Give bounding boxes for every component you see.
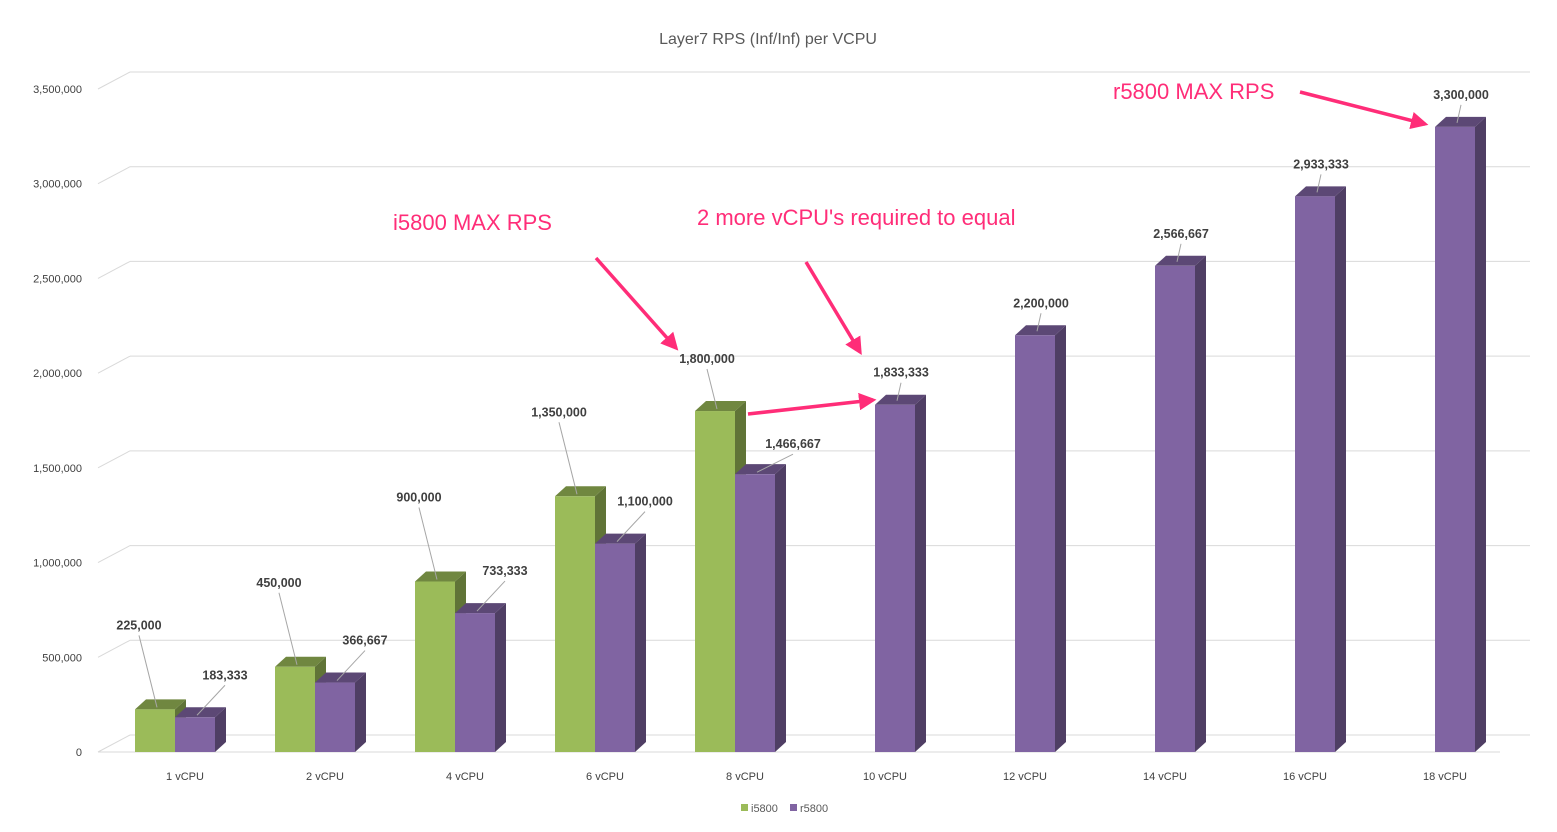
- label-leader: [138, 635, 158, 708]
- y-tick-label: 2,000,000: [33, 368, 82, 380]
- bar-front: [455, 613, 495, 752]
- data-label-r5800: 1,100,000: [617, 495, 673, 509]
- data-label-r5800: 1,833,333: [873, 366, 929, 380]
- data-label-i5800: 900,000: [396, 491, 441, 505]
- data-label-i5800: 1,350,000: [531, 405, 587, 419]
- bar-side: [775, 464, 786, 752]
- y-tick-label: 500,000: [42, 652, 82, 664]
- data-label-r5800: 733,333: [482, 564, 527, 578]
- y-tick-label: 1,000,000: [33, 558, 82, 570]
- bar-r5800-6: [1015, 325, 1066, 752]
- bar-r5800-9: [1435, 116, 1486, 752]
- y-axis: 0 500,000 1,000,000 1,500,000 2,000,000 2,500…: [33, 84, 82, 759]
- data-label-i5800: 450,000: [256, 576, 301, 590]
- bar-front: [1295, 196, 1335, 753]
- data-label-r5800: 2,200,000: [1013, 296, 1069, 310]
- annotation-arrow: [594, 256, 679, 351]
- legend-swatch-r5800: [790, 804, 797, 811]
- x-tick-label: 6 vCPU: [586, 771, 624, 783]
- bar-side: [915, 394, 926, 752]
- y-tick-label: 2,500,000: [33, 273, 82, 285]
- x-tick-label: 18 vCPU: [1423, 771, 1467, 783]
- label-leader: [278, 592, 298, 665]
- annotation-text: i5800 MAX RPS: [393, 210, 552, 235]
- bar-side: [1195, 255, 1206, 753]
- gridline-side: [97, 734, 131, 753]
- gridline-side: [97, 639, 131, 658]
- legend-swatch-i5800: [741, 804, 748, 811]
- x-tick-label: 4 vCPU: [446, 771, 484, 783]
- bar-front: [1015, 335, 1055, 752]
- data-label-r5800: 2,566,667: [1153, 227, 1209, 241]
- data-label-r5800: 2,933,333: [1293, 157, 1349, 171]
- gridline-side: [97, 166, 131, 185]
- y-tick-label: 0: [76, 747, 82, 759]
- annotation-arrow: [1299, 90, 1429, 130]
- gridline-side: [97, 260, 131, 279]
- x-tick-label: 14 vCPU: [1143, 771, 1187, 783]
- bar-front: [595, 543, 635, 752]
- bar-front: [1435, 126, 1475, 752]
- chart-title: Layer7 RPS (Inf/Inf) per VCPU: [659, 31, 877, 48]
- legend-label: r5800: [800, 803, 828, 815]
- bar-front: [175, 717, 215, 752]
- bar-side: [1055, 325, 1066, 752]
- gridline-side: [97, 450, 131, 469]
- bar-side: [495, 603, 506, 752]
- bar-front: [135, 709, 175, 752]
- bar-side: [355, 672, 366, 752]
- gridline-side: [97, 355, 131, 374]
- label-leader: [418, 507, 438, 580]
- bar-front: [415, 581, 455, 752]
- annotation-text: r5800 MAX RPS: [1113, 79, 1274, 104]
- annotation-arrow: [747, 392, 877, 416]
- gridline-side: [97, 71, 131, 90]
- x-tick-label: 10 vCPU: [863, 771, 907, 783]
- data-label-r5800: 1,466,667: [765, 437, 821, 451]
- bar-front: [315, 682, 355, 752]
- bar-r5800-1: [315, 672, 366, 752]
- legend: i5800 r5800: [741, 803, 828, 815]
- bar-front: [1155, 265, 1195, 752]
- x-axis: 1 vCPU 2 vCPU 4 vCPU 6 vCPU 8 vCPU 10 vCPU 12 …: [166, 771, 1467, 783]
- bar-r5800-3: [595, 533, 646, 752]
- bar-front: [735, 474, 775, 752]
- bar-front: [555, 496, 595, 752]
- bar-front: [695, 411, 735, 752]
- annotation-arrow: [804, 261, 862, 356]
- bar-side: [1475, 116, 1486, 752]
- y-tick-label: 1,500,000: [33, 463, 82, 475]
- x-tick-label: 2 vCPU: [306, 771, 344, 783]
- x-tick-label: 1 vCPU: [166, 771, 204, 783]
- bar-front: [875, 404, 915, 752]
- annotations: i5800 MAX RPS 2 more vCPU's required to e…: [393, 79, 1429, 416]
- chart-container: 0 500,000 1,000,000 1,500,000 2,000,000 2,500…: [0, 0, 1557, 827]
- bar-r5800-5: [875, 394, 926, 752]
- y-tick-label: 3,500,000: [33, 84, 82, 96]
- data-labels: 225,000 450,000 900,000 1,350,000 1,800,000 1…: [116, 88, 1489, 716]
- gridline-side: [97, 545, 131, 564]
- x-tick-label: 12 vCPU: [1003, 771, 1047, 783]
- data-label-r5800: 366,667: [342, 634, 387, 648]
- y-tick-label: 3,000,000: [33, 179, 82, 191]
- x-tick-label: 16 vCPU: [1283, 771, 1327, 783]
- x-tick-label: 8 vCPU: [726, 771, 764, 783]
- bar-side: [635, 533, 646, 752]
- data-label-r5800: 183,333: [202, 668, 247, 682]
- bar-r5800-7: [1155, 255, 1206, 753]
- data-label-r5800: 3,300,000: [1433, 88, 1489, 102]
- bar-r5800-2: [455, 603, 506, 752]
- bar-r5800-0: [175, 707, 226, 752]
- legend-label: i5800: [751, 803, 778, 815]
- bar-side: [1335, 186, 1346, 753]
- annotation-text: 2 more vCPU's required to equal: [697, 205, 1015, 230]
- data-label-i5800: 1,800,000: [679, 352, 735, 366]
- label-leader: [558, 422, 578, 495]
- bar-front: [275, 666, 315, 752]
- bar-chart: 0 500,000 1,000,000 1,500,000 2,000,000 2,500…: [33, 31, 1530, 815]
- data-label-i5800: 225,000: [116, 618, 161, 632]
- bar-r5800-8: [1295, 186, 1346, 753]
- bar-r5800-4: [735, 464, 786, 752]
